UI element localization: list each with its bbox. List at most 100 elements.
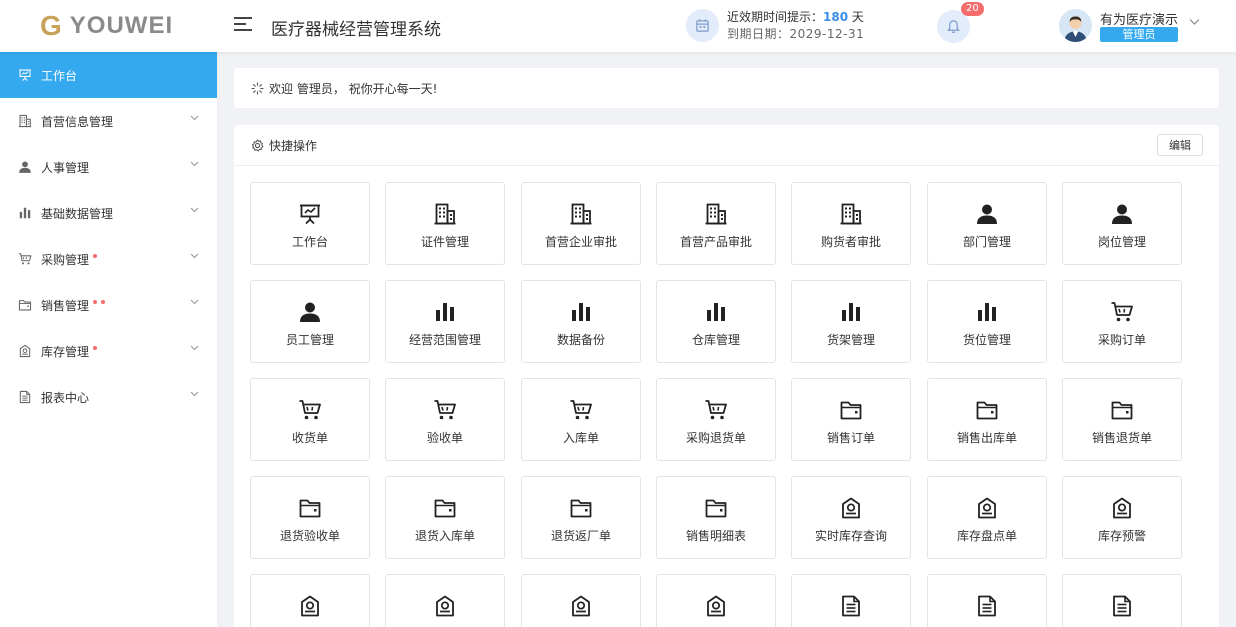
- welcome-bar: 欢迎 管理员， 祝你开心每一天!: [234, 68, 1219, 108]
- quick-action-tile[interactable]: 货架管理: [791, 280, 911, 363]
- quick-action-label: 退货返厂单: [550, 529, 611, 543]
- folder-icon: [568, 495, 594, 521]
- quick-action-tile[interactable]: 首营企业审批: [521, 182, 641, 265]
- role-badge: 管理员: [1100, 27, 1178, 42]
- chevron-down-icon: [190, 253, 199, 259]
- quick-action-label: 证件管理: [420, 235, 469, 249]
- quick-action-tile[interactable]: 岗位管理: [1062, 182, 1182, 265]
- quick-action-label: 退货入库单: [414, 529, 475, 543]
- quick-action-tile[interactable]: 收货单: [250, 378, 370, 461]
- quick-action-tile[interactable]: 货位管理: [927, 280, 1047, 363]
- quick-action-tile[interactable]: 验收单: [385, 378, 505, 461]
- folder-icon: [1109, 397, 1135, 423]
- sidebar-item-label: 首营信息管理: [41, 114, 114, 129]
- quick-action-tile[interactable]: 出入库明细表: [1062, 574, 1182, 627]
- sidebar: 工作台首营信息管理人事管理 基础数据管理采购管理销售管理库存管理报表中心: [0, 52, 218, 627]
- quick-action-tile[interactable]: 直接出库: [656, 574, 776, 627]
- quick-action-tile[interactable]: 实时库存查询: [791, 476, 911, 559]
- sidebar-item[interactable]: 首营信息管理: [0, 98, 217, 144]
- sidebar-item[interactable]: 库存管理: [0, 328, 217, 374]
- quick-action-label: 采购订单: [1097, 333, 1146, 347]
- bar-chart-icon: [838, 299, 864, 325]
- quick-action-tile[interactable]: 首营产品审批: [656, 182, 776, 265]
- sidebar-item-label: 库存管理: [41, 344, 90, 359]
- notification-badge: 20: [961, 2, 984, 16]
- chevron-down-icon[interactable]: [1189, 18, 1200, 26]
- warehouse-icon: [703, 593, 729, 619]
- cart-icon: [568, 397, 594, 423]
- sidebar-item-label: 报表中心: [41, 390, 90, 405]
- expiry-date: 2029-12-31: [789, 27, 865, 41]
- quick-action-tile[interactable]: 入库单: [521, 378, 641, 461]
- quick-action-tile[interactable]: 工作台: [250, 182, 370, 265]
- quick-action-tile[interactable]: 退货验收单: [250, 476, 370, 559]
- quick-action-tile[interactable]: 直接入库: [521, 574, 641, 627]
- status-dot: [101, 300, 106, 304]
- warehouse-icon: [838, 495, 864, 521]
- bar-chart-icon: [18, 206, 32, 220]
- quick-action-tile[interactable]: 证件管理: [385, 182, 505, 265]
- chevron-down-icon: [190, 207, 199, 213]
- quick-action-tile[interactable]: 销售退货单: [1062, 378, 1182, 461]
- user-name[interactable]: 有为医疗演示: [1100, 9, 1178, 28]
- logo: G YOUWEI: [40, 10, 173, 41]
- quick-action-tile[interactable]: 销售明细表: [656, 476, 776, 559]
- bar-chart-icon: [568, 299, 594, 325]
- quick-action-tile[interactable]: 仓库管理: [656, 280, 776, 363]
- quick-action-tile[interactable]: 退货入库单: [385, 476, 505, 559]
- quick-action-tile[interactable]: 近效期商品表: [791, 574, 911, 627]
- sun-icon: [251, 81, 264, 95]
- warehouse-icon: [568, 593, 594, 619]
- sidebar-item[interactable]: 销售管理: [0, 282, 217, 328]
- sidebar-item[interactable]: 报表中心: [0, 374, 217, 420]
- quick-action-label: 销售订单: [826, 431, 875, 445]
- quick-action-label: 入库单: [562, 431, 599, 445]
- quick-action-label: 实时库存查询: [814, 529, 887, 543]
- sidebar-item[interactable]: 基础数据管理: [0, 190, 217, 236]
- calendar-icon: [686, 9, 719, 42]
- quick-action-tile[interactable]: 退货返厂单: [521, 476, 641, 559]
- chevron-down-icon: [190, 345, 199, 351]
- bar-chart-icon: [432, 299, 458, 325]
- quick-action-label: 仓库管理: [691, 333, 740, 347]
- quick-action-label: 采购退货单: [685, 431, 746, 445]
- validity-prefix: 近效期时间提示：: [727, 10, 824, 24]
- sidebar-item-label: 销售管理: [41, 298, 90, 313]
- edit-button[interactable]: 编辑: [1157, 134, 1203, 156]
- quick-action-label: 退货验收单: [279, 529, 340, 543]
- menu-toggle-icon[interactable]: [234, 17, 252, 33]
- cart-icon: [703, 397, 729, 423]
- quick-action-tile[interactable]: 进销存汇总表: [927, 574, 1047, 627]
- cart-icon: [432, 397, 458, 423]
- quick-action-tile[interactable]: 库存盘点单: [927, 476, 1047, 559]
- sidebar-item[interactable]: 采购管理: [0, 236, 217, 282]
- sidebar-item[interactable]: 工作台: [0, 52, 217, 98]
- quick-action-tile[interactable]: 库存调拨单: [250, 574, 370, 627]
- quick-action-tile[interactable]: 库存操作记录表: [385, 574, 505, 627]
- quick-action-tile[interactable]: 采购订单: [1062, 280, 1182, 363]
- quick-action-tile[interactable]: 部门管理: [927, 182, 1047, 265]
- quick-action-tile[interactable]: 销售订单: [791, 378, 911, 461]
- validity-days: 180: [823, 10, 849, 24]
- chevron-down-icon: [190, 391, 199, 397]
- document-icon: [18, 390, 32, 404]
- quick-action-tile[interactable]: 采购退货单: [656, 378, 776, 461]
- warehouse-icon: [974, 495, 1000, 521]
- chevron-down-icon: [190, 299, 199, 305]
- cart-icon: [18, 252, 32, 266]
- document-icon: [1109, 593, 1135, 619]
- presentation-icon: [18, 68, 32, 82]
- avatar[interactable]: [1059, 9, 1092, 42]
- quick-action-label: 库存盘点单: [956, 529, 1017, 543]
- quick-action-tile[interactable]: 经营范围管理: [385, 280, 505, 363]
- quick-action-tile[interactable]: 购货者审批: [791, 182, 911, 265]
- sidebar-item[interactable]: 人事管理: [0, 144, 217, 190]
- logo-letter: G: [40, 10, 62, 41]
- quick-action-tile[interactable]: 库存预警: [1062, 476, 1182, 559]
- quick-action-tile[interactable]: 员工管理: [250, 280, 370, 363]
- quick-actions-panel: 快捷操作 编辑 工作台 证件管理 首营企业审批 首营产品审批 购货者审批 部门管理 岗位管理…: [234, 125, 1219, 627]
- sidebar-item-label: 采购管理: [41, 252, 90, 267]
- quick-action-tile[interactable]: 销售出库单: [927, 378, 1047, 461]
- quick-action-tile[interactable]: 数据备份: [521, 280, 641, 363]
- quick-action-label: 货位管理: [962, 333, 1011, 347]
